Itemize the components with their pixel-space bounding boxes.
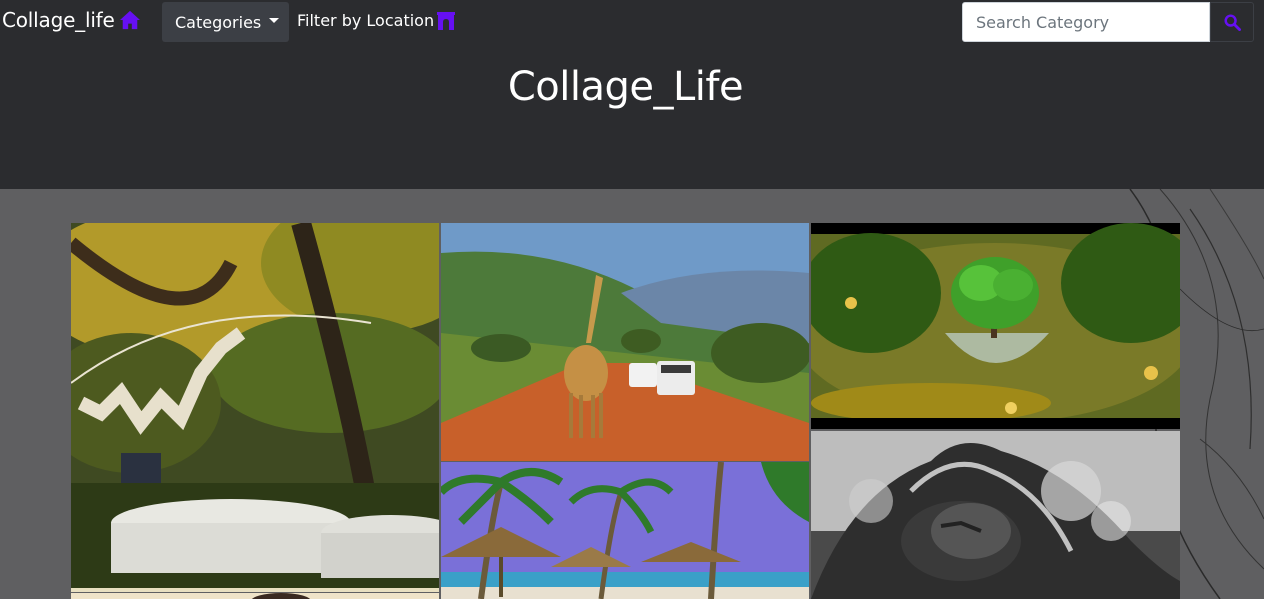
wave-sculpture-photo[interactable] [811, 431, 1180, 599]
categories-dropdown-button[interactable]: Categories [162, 2, 289, 42]
search-icon [1223, 13, 1241, 31]
beach-palms-photo[interactable] [441, 462, 809, 599]
filter-label: Filter by Location [297, 11, 435, 30]
navbar: Collage_life Categories Filter by Locati… [0, 0, 1264, 44]
search-button[interactable] [1210, 2, 1254, 42]
archway-icon [437, 11, 456, 30]
search-input[interactable] [962, 2, 1210, 42]
brand-link[interactable]: Collage_life [2, 8, 141, 32]
categories-label: Categories [175, 12, 262, 32]
hero-banner: Collage_Life [0, 44, 1264, 189]
brand-text: Collage_life [2, 8, 115, 32]
image-gallery [0, 189, 1264, 599]
filter-by-location-link[interactable]: Filter by Location [297, 11, 456, 30]
page-title: Collage_Life [507, 64, 744, 110]
home-icon [119, 10, 140, 30]
safari-giraffe-photo[interactable] [441, 223, 809, 461]
tree-terrarium-photo[interactable] [811, 223, 1180, 429]
portrait-photo[interactable] [71, 593, 439, 599]
caret-down-icon [269, 18, 280, 23]
garden-wedding-photo[interactable] [71, 223, 439, 592]
